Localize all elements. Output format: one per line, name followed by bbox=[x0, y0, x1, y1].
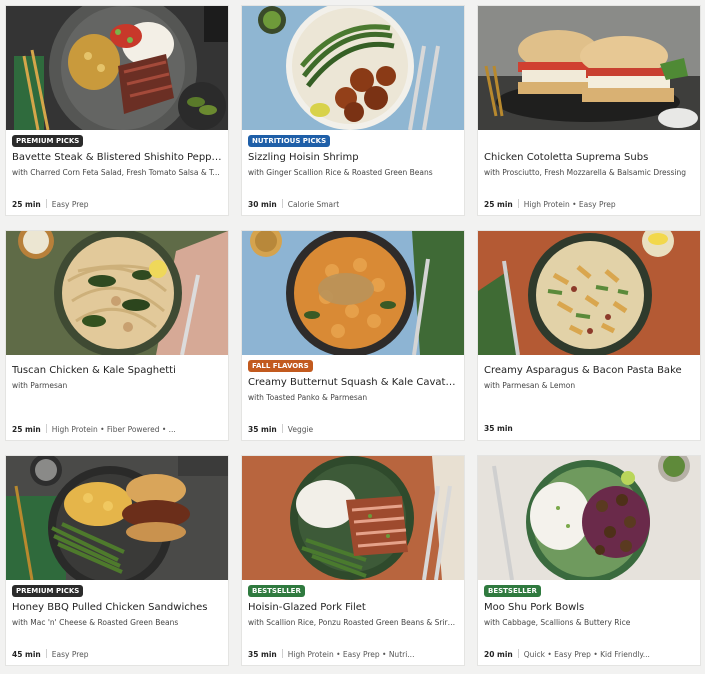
recipe-photo-chicken-cotoletta[interactable] bbox=[478, 6, 700, 130]
recipe-meta: 25 min High Protein • Fiber Powered • ... bbox=[12, 424, 222, 435]
recipe-subtitle: with Scallion Rice, Ponzu Roasted Green … bbox=[248, 618, 458, 627]
recipe-title[interactable]: Chicken Cotoletta Suprema Subs bbox=[484, 151, 694, 164]
recipe-grid: PREMIUM PICKS Bavette Steak & Blistered … bbox=[0, 0, 705, 674]
recipe-time: 25 min bbox=[12, 200, 41, 209]
meta-divider bbox=[281, 649, 283, 658]
recipe-card-chicken-cotoletta[interactable]: Chicken Cotoletta Suprema Subs with Pros… bbox=[478, 6, 700, 215]
recipe-card-moo-shu-pork[interactable]: BESTSELLER Moo Shu Pork Bowls with Cabba… bbox=[478, 456, 700, 665]
recipe-meta: 30 min Calorie Smart bbox=[248, 199, 458, 210]
meta-divider bbox=[517, 199, 519, 208]
recipe-subtitle: with Charred Corn Feta Salad, Fresh Toma… bbox=[12, 168, 222, 177]
recipe-time: 35 min bbox=[248, 425, 277, 434]
recipe-title[interactable]: Bavette Steak & Blistered Shishito Peppe… bbox=[12, 151, 222, 164]
recipe-time: 20 min bbox=[484, 650, 513, 659]
recipe-time: 35 min bbox=[248, 650, 277, 659]
recipe-badge: BESTSELLER bbox=[248, 585, 305, 597]
recipe-meta: 35 min bbox=[484, 424, 694, 434]
recipe-card-asparagus-pasta-bake[interactable]: Creamy Asparagus & Bacon Pasta Bake with… bbox=[478, 231, 700, 440]
recipe-subtitle: with Toasted Panko & Parmesan bbox=[248, 393, 368, 402]
recipe-meta: 45 min Easy Prep bbox=[12, 649, 222, 660]
recipe-tags: High Protein • Easy Prep • Nutri... bbox=[287, 650, 415, 659]
recipe-tags: High Protein • Fiber Powered • ... bbox=[51, 425, 176, 434]
recipe-card-butternut-cavatappi[interactable]: FALL FLAVORS Creamy Butternut Squash & K… bbox=[242, 231, 464, 440]
recipe-title[interactable]: Creamy Butternut Squash & Kale Cavatappi bbox=[248, 376, 458, 389]
recipe-meta: 35 min High Protein • Easy Prep • Nutri..… bbox=[248, 649, 458, 660]
recipe-card-hoisin-pork-filet[interactable]: BESTSELLER Hoisin-Glazed Pork Filet with… bbox=[242, 456, 464, 665]
recipe-card-honey-bbq-chicken[interactable]: PREMIUM PICKS Honey BBQ Pulled Chicken S… bbox=[6, 456, 228, 665]
recipe-tags: Quick • Easy Prep • Kid Friendly... bbox=[523, 650, 650, 659]
recipe-time: 35 min bbox=[484, 424, 513, 433]
recipe-meta: 35 min Veggie bbox=[248, 424, 458, 435]
recipe-time: 25 min bbox=[484, 200, 513, 209]
recipe-badge: FALL FLAVORS bbox=[248, 360, 313, 372]
meta-divider bbox=[45, 199, 47, 208]
meta-divider bbox=[45, 424, 47, 433]
recipe-title[interactable]: Creamy Asparagus & Bacon Pasta Bake bbox=[484, 364, 694, 377]
meta-divider bbox=[281, 199, 283, 208]
recipe-tags: Calorie Smart bbox=[287, 200, 340, 209]
recipe-photo-butternut-cavatappi[interactable] bbox=[242, 231, 464, 355]
recipe-photo-hoisin-pork-filet[interactable] bbox=[242, 456, 464, 580]
recipe-photo-bavette-steak[interactable] bbox=[6, 6, 228, 130]
meta-divider bbox=[281, 424, 283, 433]
recipe-photo-honey-bbq-chicken[interactable] bbox=[6, 456, 228, 580]
recipe-meta: 25 min High Protein • Easy Prep bbox=[484, 199, 694, 210]
recipe-meta: 25 min Easy Prep bbox=[12, 199, 222, 210]
recipe-tags: High Protein • Easy Prep bbox=[523, 200, 616, 209]
recipe-title[interactable]: Sizzling Hoisin Shrimp bbox=[248, 151, 458, 164]
recipe-title[interactable]: Hoisin-Glazed Pork Filet bbox=[248, 601, 458, 614]
recipe-title[interactable]: Moo Shu Pork Bowls bbox=[484, 601, 694, 614]
recipe-subtitle: with Parmesan & Lemon bbox=[484, 381, 576, 390]
recipe-meta: 20 min Quick • Easy Prep • Kid Friendly..… bbox=[484, 649, 694, 660]
recipe-card-hoisin-shrimp[interactable]: NUTRITIOUS PICKS Sizzling Hoisin Shrimp … bbox=[242, 6, 464, 215]
recipe-time: 45 min bbox=[12, 650, 41, 659]
recipe-title[interactable]: Honey BBQ Pulled Chicken Sandwiches bbox=[12, 601, 222, 614]
recipe-subtitle: with Parmesan bbox=[12, 381, 68, 390]
recipe-photo-moo-shu-pork[interactable] bbox=[478, 456, 700, 580]
meta-divider bbox=[517, 649, 519, 658]
recipe-time: 30 min bbox=[248, 200, 277, 209]
recipe-photo-asparagus-pasta-bake[interactable] bbox=[478, 231, 700, 355]
recipe-tags: Easy Prep bbox=[51, 650, 89, 659]
recipe-subtitle: with Ginger Scallion Rice & Roasted Gree… bbox=[248, 168, 433, 177]
recipe-photo-hoisin-shrimp[interactable] bbox=[242, 6, 464, 130]
recipe-badge: BESTSELLER bbox=[484, 585, 541, 597]
recipe-subtitle: with Prosciutto, Fresh Mozzarella & Bals… bbox=[484, 168, 687, 177]
meta-divider bbox=[45, 649, 47, 658]
recipe-card-bavette-steak[interactable]: PREMIUM PICKS Bavette Steak & Blistered … bbox=[6, 6, 228, 215]
recipe-photo-tuscan-chicken[interactable] bbox=[6, 231, 228, 355]
recipe-subtitle: with Mac 'n' Cheese & Roasted Green Bean… bbox=[12, 618, 179, 627]
recipe-subtitle: with Cabbage, Scallions & Buttery Rice bbox=[484, 618, 631, 627]
recipe-time: 25 min bbox=[12, 425, 41, 434]
recipe-title[interactable]: Tuscan Chicken & Kale Spaghetti bbox=[12, 364, 222, 377]
recipe-tags: Easy Prep bbox=[51, 200, 89, 209]
recipe-badge: PREMIUM PICKS bbox=[12, 135, 84, 147]
recipe-badge: PREMIUM PICKS bbox=[12, 585, 84, 597]
recipe-card-tuscan-chicken[interactable]: Tuscan Chicken & Kale Spaghetti with Par… bbox=[6, 231, 228, 440]
recipe-badge: NUTRITIOUS PICKS bbox=[248, 135, 331, 147]
recipe-tags: Veggie bbox=[287, 425, 314, 434]
